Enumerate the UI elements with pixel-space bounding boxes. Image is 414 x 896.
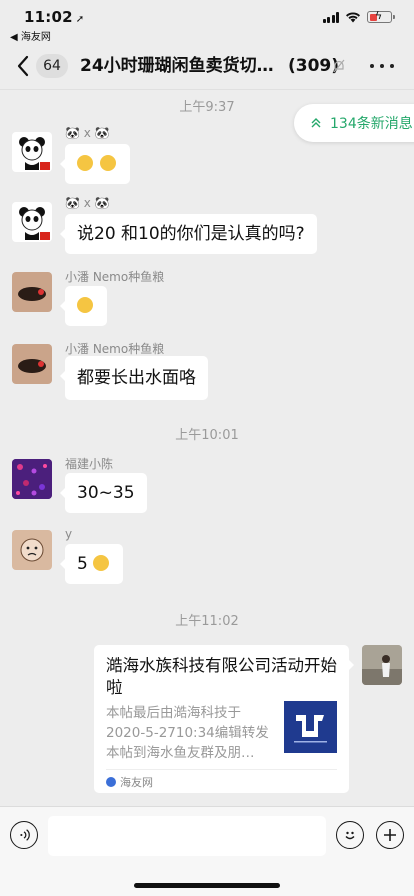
cartoon-avatar-icon [20,538,44,562]
muted-bell-icon [333,59,345,73]
brand-logo-icon [284,701,337,753]
sender-name: 小潘 Nemo种鱼粮 [65,270,165,284]
source-name: 海友网 [120,776,153,789]
double-chevron-up-icon [311,118,321,128]
panda-avatar-icon [19,137,50,170]
smiley-icon [345,831,355,840]
battery-icon: ϟ [367,9,395,23]
sender-name: y [65,527,73,541]
message-bubble[interactable]: 都要长出水面咯 [60,356,208,400]
crying-laughing-emoji-icon [77,155,93,171]
message-bubble[interactable] [60,286,107,326]
status-indicators: ϟ [322,9,395,23]
more-actions-button[interactable] [376,821,404,849]
avatar[interactable] [12,344,52,384]
crying-laughing-emoji-icon [100,155,117,171]
link-card-message[interactable]: 澔海水族科技有限公司活动开始啦 本帖最后由澔海科技于 2020-5-2710:3… [94,645,354,793]
emoji-button[interactable] [336,821,364,849]
back-chevron-icon[interactable] [14,54,34,78]
voice-input-button[interactable] [10,821,38,849]
timestamp: 上午11:02 [175,614,239,629]
card-source: 海友网 [106,774,153,790]
unread-count-badge[interactable]: 64 [36,54,68,78]
message-text: 5 [77,554,88,574]
status-time: 11:02 ➚ [24,8,84,26]
message-bubble[interactable]: 说20 和10的你们是认真的吗? [60,214,317,254]
card-divider [106,769,337,770]
source-app-icon [106,777,116,787]
more-options-button[interactable] [370,56,394,76]
photo-avatar-icon [362,645,402,685]
message-bubble[interactable] [59,144,131,184]
timestamp: 上午10:01 [175,428,239,443]
dot-icon [380,64,384,68]
charging-bolt-icon: ϟ [375,9,383,22]
avatar[interactable] [12,202,52,242]
location-arrow-icon: ➚ [75,14,85,25]
new-messages-button[interactable]: 134条新消息 [294,104,414,142]
dot-icon [370,64,374,68]
sender-name: 福建小陈 [65,457,114,471]
dot-icon [390,64,394,68]
back-to-app-link[interactable]: ◀ 海友网 [10,28,51,43]
avatar[interactable] [12,459,52,499]
glitter-avatar-icon [12,459,52,499]
sender-name: 小潘 Nemo种鱼粮 [65,342,165,356]
time-text: 11:02 [24,8,73,26]
my-avatar[interactable] [362,645,402,685]
avatar[interactable] [12,132,52,172]
avatar[interactable] [12,530,52,570]
chat-nav-bar: 64 24小时珊瑚闲鱼卖货切… (309) [0,42,414,90]
status-bar: 11:02 ➚ ◀ 海友网 ϟ [0,0,414,43]
thinking-emoji-icon [77,297,93,313]
new-messages-label: 134条新消息 [330,116,413,132]
fish-avatar-icon [18,287,46,301]
message-bubble[interactable]: 5 [59,544,124,584]
card-title: 澔海水族科技有限公司活动开始啦 [106,656,337,697]
panda-avatar-icon [19,207,50,240]
thinking-emoji-icon [93,555,110,571]
avatar[interactable] [12,272,52,312]
voice-wave-icon [20,829,30,841]
home-indicator [134,883,280,888]
plus-icon [384,829,396,841]
card-thumbnail [284,701,337,753]
sender-name: 🐼 x 🐼 [65,196,110,210]
wifi-icon [346,12,360,23]
message-bubble[interactable]: 30~35 [60,473,147,513]
cellular-signal-icon [322,11,339,23]
sender-name: 🐼 x 🐼 [65,126,110,140]
card-description: 本帖最后由澔海科技于 2020-5-2710:34编辑转发本帖到海水鱼友群及朋… [106,705,269,761]
message-input[interactable] [48,816,326,856]
fish-avatar-icon [18,359,46,373]
